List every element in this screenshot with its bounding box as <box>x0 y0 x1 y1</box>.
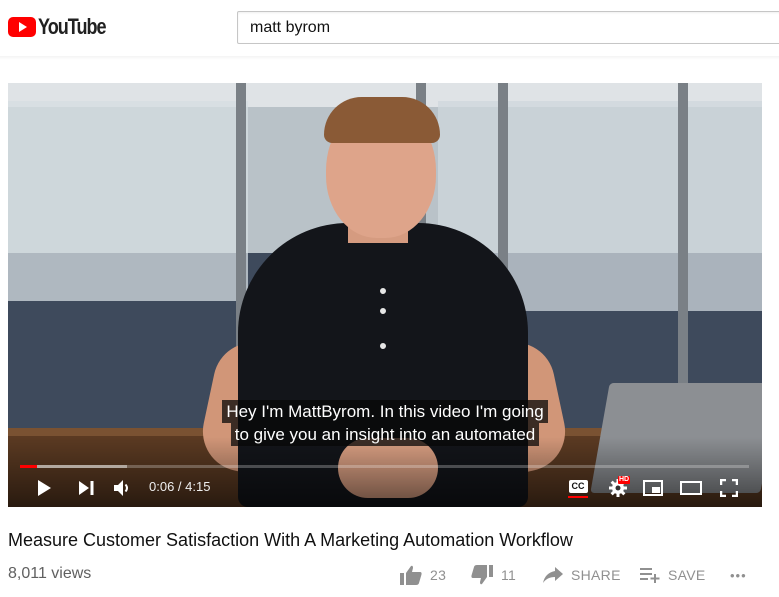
share-button[interactable]: SHARE <box>543 563 621 587</box>
progress-played <box>20 465 38 468</box>
dislike-button[interactable]: 11 <box>471 563 516 587</box>
caption-line-1: Hey I'm MattByrom. In this video I'm goi… <box>222 400 548 423</box>
next-button[interactable] <box>77 478 97 498</box>
more-actions-button[interactable]: ••• <box>730 563 747 587</box>
search-box[interactable] <box>237 11 779 44</box>
playlist-add-icon <box>640 568 660 583</box>
youtube-logo[interactable]: YouTube <box>8 14 120 40</box>
masthead-shadow <box>0 56 779 60</box>
theater-mode-button[interactable] <box>679 478 703 498</box>
miniplayer-icon <box>643 480 663 496</box>
fullscreen-button[interactable] <box>718 478 740 498</box>
theater-icon <box>680 481 702 495</box>
logo-text: YouTube <box>38 14 107 39</box>
cc-icon: CC <box>568 480 588 493</box>
masthead: YouTube <box>0 0 779 56</box>
time-display: 0:06 / 4:15 <box>149 479 211 494</box>
hd-badge: HD <box>618 476 631 484</box>
youtube-play-icon <box>8 17 36 37</box>
progress-bar[interactable] <box>20 465 749 468</box>
volume-icon <box>114 480 128 496</box>
share-label: SHARE <box>571 567 621 583</box>
save-button[interactable]: SAVE <box>640 563 706 587</box>
like-button[interactable]: 23 <box>400 563 446 587</box>
share-icon <box>543 567 563 583</box>
thumbs-up-icon <box>400 565 422 585</box>
save-label: SAVE <box>668 567 706 583</box>
play-icon <box>38 480 51 496</box>
thumbs-down-icon <box>471 565 493 585</box>
miniplayer-button[interactable] <box>642 478 664 498</box>
next-icon <box>79 481 94 495</box>
fullscreen-icon <box>720 479 738 497</box>
more-icon: ••• <box>730 567 747 583</box>
video-player[interactable]: Hey I'm MattByrom. In this video I'm goi… <box>8 83 762 507</box>
volume-button[interactable] <box>112 477 134 499</box>
dislike-count: 11 <box>501 567 517 583</box>
cc-active-indicator <box>568 496 588 498</box>
settings-button[interactable]: HD <box>606 476 631 499</box>
search-input[interactable] <box>238 12 779 43</box>
play-button[interactable] <box>34 478 54 498</box>
like-count: 23 <box>430 567 447 583</box>
video-actions: 23 11 SHARE SAVE ••• <box>0 563 779 587</box>
captions-button[interactable]: CC <box>567 479 589 499</box>
video-title: Measure Customer Satisfaction With A Mar… <box>8 530 573 550</box>
